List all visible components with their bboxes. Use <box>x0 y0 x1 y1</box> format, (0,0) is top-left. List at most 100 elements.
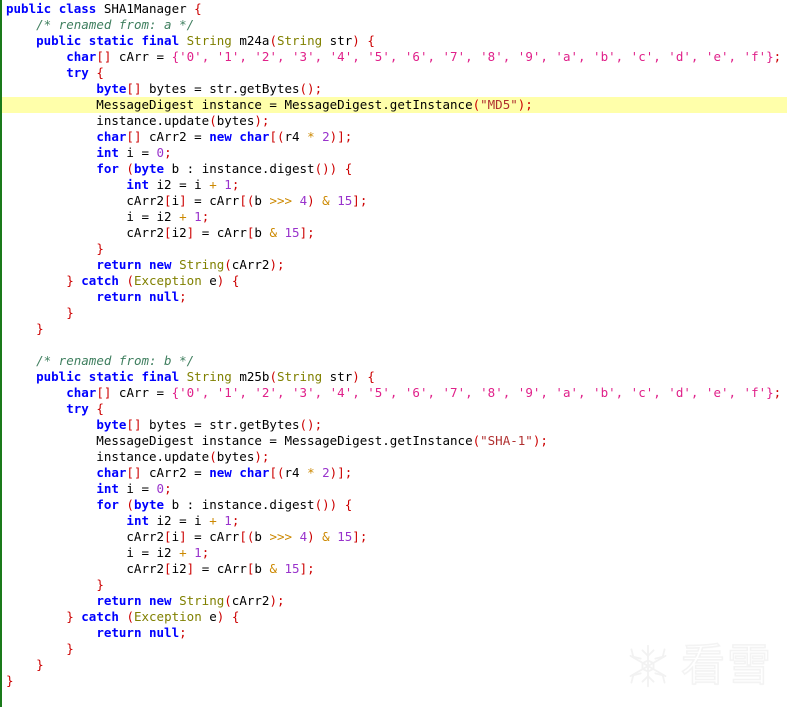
code-line[interactable]: } catch (Exception e) { <box>2 273 787 289</box>
code-line[interactable]: for (byte b : instance.digest()) { <box>2 497 787 513</box>
code-line[interactable]: cArr2[i] = cArr[(b >>> 4) & 15]; <box>2 193 787 209</box>
code-line[interactable]: char[] cArr = {'0', '1', '2', '3', '4', … <box>2 49 787 65</box>
token-punct: () <box>299 417 315 432</box>
token-plain: i = <box>118 481 157 496</box>
token-punct: ] <box>179 193 187 208</box>
code-line[interactable]: instance.update(bytes); <box>2 113 787 129</box>
token-punct: ( <box>209 113 217 128</box>
token-kw: int <box>96 145 119 160</box>
token-punct: [ <box>164 193 172 208</box>
token-plain: cArr = <box>111 385 172 400</box>
code-line[interactable]: public static final String m25b(String s… <box>2 369 787 385</box>
code-line[interactable]: } <box>2 673 787 689</box>
code-line-list[interactable]: public class SHA1Manager { /* renamed fr… <box>2 0 787 689</box>
token-punct: ( <box>126 497 134 512</box>
token-punct: } <box>66 305 74 320</box>
token-plain: bytes = str.getBytes <box>141 81 300 96</box>
token-punct: ; <box>276 593 285 608</box>
token-punct: ( <box>126 609 134 624</box>
code-line[interactable]: return null; <box>2 289 787 305</box>
code-line[interactable]: cArr2[i2] = cArr[b & 15]; <box>2 561 787 577</box>
token-type: String <box>186 33 232 48</box>
code-line[interactable]: /* renamed from: b */ <box>2 353 787 369</box>
code-line[interactable]: try { <box>2 65 787 81</box>
token-punct: [] <box>96 385 112 400</box>
code-line[interactable]: MessageDigest instance = MessageDigest.g… <box>2 433 787 449</box>
code-line[interactable]: int i2 = i + 1; <box>2 177 787 193</box>
code-line[interactable]: } <box>2 321 787 337</box>
token-punct: ; <box>201 209 210 224</box>
token-kw: final <box>141 369 180 384</box>
token-num: 15 <box>337 193 353 208</box>
token-num: 15 <box>284 561 300 576</box>
code-line[interactable]: try { <box>2 401 787 417</box>
code-line[interactable]: return null; <box>2 625 787 641</box>
code-line[interactable]: public class SHA1Manager { <box>2 1 787 17</box>
code-line[interactable]: int i2 = i + 1; <box>2 513 787 529</box>
code-line[interactable]: int i = 0; <box>2 145 787 161</box>
token-punct: } <box>66 641 74 656</box>
token-op: & <box>322 529 330 544</box>
code-line[interactable]: int i = 0; <box>2 481 787 497</box>
code-line[interactable]: byte[] bytes = str.getBytes(); <box>2 81 787 97</box>
token-kw: byte <box>96 81 127 96</box>
token-kw: byte <box>133 497 165 512</box>
code-line[interactable]: } <box>2 577 787 593</box>
code-line[interactable]: for (byte b : instance.digest()) { <box>2 161 787 177</box>
code-line[interactable]: } <box>2 641 787 657</box>
token-plain: e <box>201 273 217 288</box>
token-num: 0 <box>156 145 165 160</box>
code-line[interactable]: char[] cArr2 = new char[(r4 * 2)]; <box>2 465 787 481</box>
token-punct: ()) <box>314 497 338 512</box>
token-plain: m24a <box>231 33 270 48</box>
token-kw: for <box>96 161 119 176</box>
token-kw: catch <box>81 609 119 624</box>
token-kw: char <box>239 129 270 144</box>
code-line[interactable]: } <box>2 305 787 321</box>
code-line[interactable]: instance.update(bytes); <box>2 449 787 465</box>
code-line[interactable]: public static final String m24a(String s… <box>2 33 787 49</box>
token-op: >>> <box>269 193 293 208</box>
token-char: {'0', '1', '2', '3', '4', '5', '6', '7',… <box>171 385 774 400</box>
code-line[interactable] <box>2 337 787 353</box>
code-line[interactable]: cArr2[i] = cArr[(b >>> 4) & 15]; <box>2 529 787 545</box>
code-line[interactable]: char[] cArr = {'0', '1', '2', '3', '4', … <box>2 385 787 401</box>
token-plain: b : instance.digest <box>164 161 315 176</box>
token-kw: char <box>96 129 127 144</box>
token-plain: e <box>201 609 217 624</box>
code-line[interactable]: char[] cArr2 = new char[(r4 * 2)]; <box>2 129 787 145</box>
token-punct: ( <box>224 593 232 608</box>
code-line[interactable]: cArr2[i2] = cArr[b & 15]; <box>2 225 787 241</box>
code-line-highlighted[interactable]: MessageDigest instance = MessageDigest.g… <box>2 97 787 113</box>
token-num: 4 <box>299 193 308 208</box>
code-line[interactable]: return new String(cArr2); <box>2 257 787 273</box>
token-punct: ( <box>126 273 134 288</box>
code-viewer[interactable]: public class SHA1Manager { /* renamed fr… <box>0 0 787 707</box>
code-line[interactable]: } <box>2 657 787 673</box>
code-line[interactable]: return new String(cArr2); <box>2 593 787 609</box>
token-kw: new <box>209 129 232 144</box>
token-punct: { <box>194 1 202 16</box>
token-punct: ; <box>344 129 353 144</box>
code-line[interactable]: i = i2 + 1; <box>2 545 787 561</box>
code-line[interactable]: /* renamed from: a */ <box>2 17 787 33</box>
code-line[interactable]: } <box>2 241 787 257</box>
token-op: & <box>269 225 277 240</box>
code-line[interactable]: } catch (Exception e) { <box>2 609 787 625</box>
token-plain: r4 <box>284 465 308 480</box>
code-line[interactable]: byte[] bytes = str.getBytes(); <box>2 417 787 433</box>
code-line[interactable]: i = i2 + 1; <box>2 209 787 225</box>
token-punct: ; <box>201 545 210 560</box>
token-kw: null <box>149 625 180 640</box>
token-plain: b : instance.digest <box>164 497 315 512</box>
